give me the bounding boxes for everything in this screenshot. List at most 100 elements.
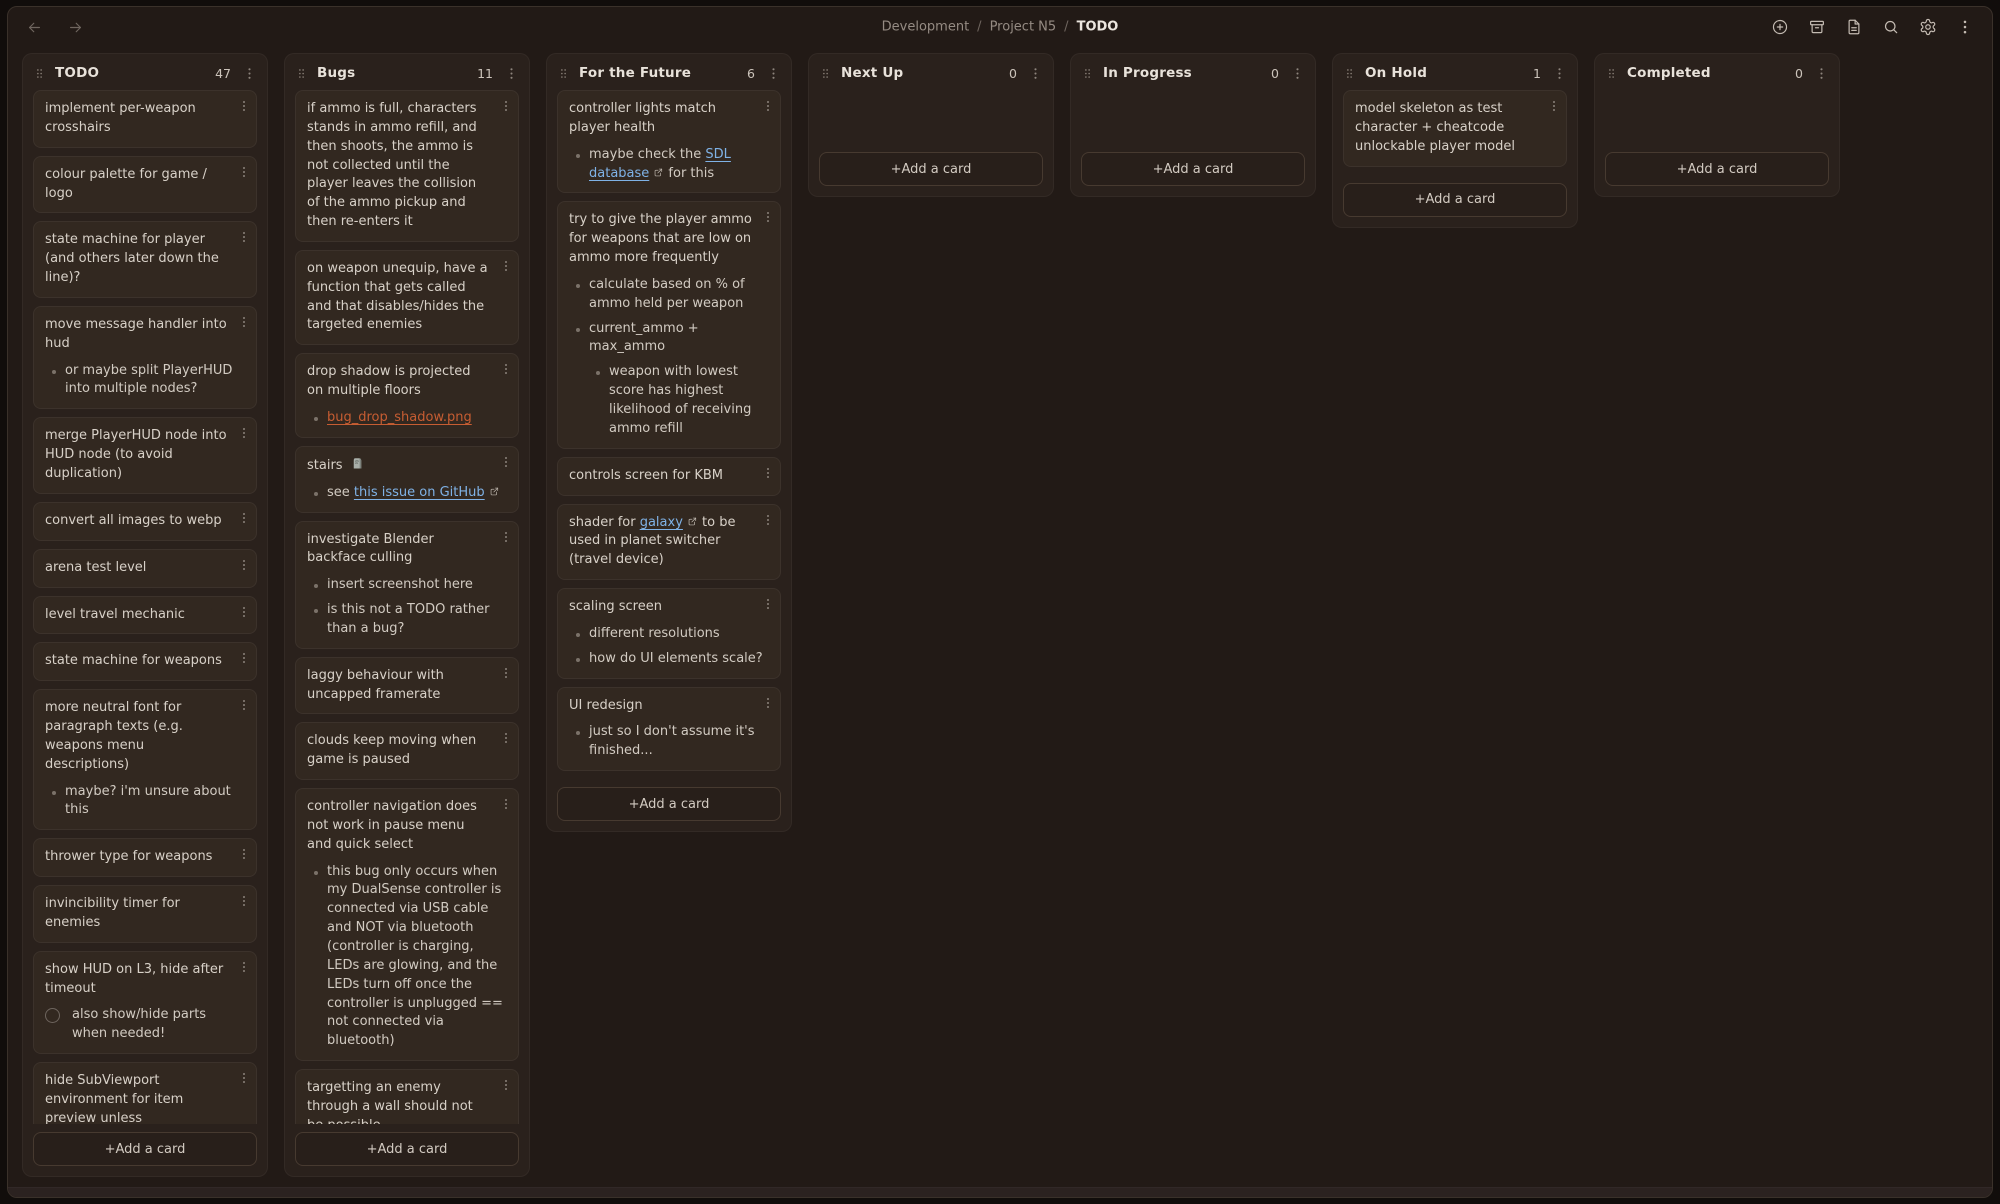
card[interactable]: shader for galaxy to be used in planet s… bbox=[557, 504, 781, 581]
card[interactable]: model skeleton as test character + cheat… bbox=[1343, 90, 1567, 167]
breadcrumb-item[interactable]: Project N5 bbox=[990, 20, 1057, 35]
card-menu-button[interactable] bbox=[499, 1078, 513, 1092]
card-menu-button[interactable] bbox=[499, 530, 513, 544]
card[interactable]: hide SubViewport environment for item pr… bbox=[33, 1062, 257, 1124]
card-menu-button[interactable] bbox=[237, 651, 251, 665]
card[interactable]: targetting an enemy through a wall shoul… bbox=[295, 1069, 519, 1124]
card[interactable]: investigate Blender backface cullinginse… bbox=[295, 521, 519, 649]
add-card-button[interactable]: +Add a card bbox=[1081, 152, 1305, 186]
card-menu-button[interactable] bbox=[761, 99, 775, 113]
card-menu-button[interactable] bbox=[237, 230, 251, 244]
card-menu-button[interactable] bbox=[237, 165, 251, 179]
card-menu-button[interactable] bbox=[761, 597, 775, 611]
add-card-button[interactable]: +Add a card bbox=[1605, 152, 1829, 186]
card[interactable]: drop shadow is projected on multiple flo… bbox=[295, 353, 519, 438]
card[interactable]: on weapon unequip, have a function that … bbox=[295, 250, 519, 345]
card[interactable]: if ammo is full, characters stands in am… bbox=[295, 90, 519, 242]
card-menu-button[interactable] bbox=[499, 259, 513, 273]
card-link[interactable]: bug_drop_shadow.png bbox=[327, 410, 472, 425]
card[interactable]: move message handler into hudor maybe sp… bbox=[33, 306, 257, 409]
card-menu-button[interactable] bbox=[237, 605, 251, 619]
card-menu-button[interactable] bbox=[761, 210, 775, 224]
drag-handle[interactable] bbox=[1081, 67, 1094, 80]
card-menu-button[interactable] bbox=[761, 696, 775, 710]
card-menu-button[interactable] bbox=[237, 847, 251, 861]
card-menu-button[interactable] bbox=[237, 698, 251, 712]
card-menu-button[interactable] bbox=[237, 558, 251, 572]
card-menu-button[interactable] bbox=[499, 99, 513, 113]
card-menu-button[interactable] bbox=[237, 1071, 251, 1085]
column-menu-button[interactable] bbox=[242, 66, 257, 81]
card-menu-button[interactable] bbox=[761, 466, 775, 480]
card[interactable]: colour palette for game / logo bbox=[33, 156, 257, 214]
card[interactable]: merge PlayerHUD node into HUD node (to a… bbox=[33, 417, 257, 494]
card-menu-button[interactable] bbox=[499, 362, 513, 376]
card-menu-button[interactable] bbox=[237, 960, 251, 974]
search-button[interactable] bbox=[1882, 18, 1900, 36]
breadcrumb-item[interactable]: Development bbox=[882, 20, 970, 35]
card[interactable]: scaling screendifferent resolutionshow d… bbox=[557, 588, 781, 679]
card-menu-button[interactable] bbox=[237, 426, 251, 440]
card-menu-button[interactable] bbox=[499, 455, 513, 469]
back-button[interactable] bbox=[26, 19, 43, 36]
card-menu-button[interactable] bbox=[761, 513, 775, 527]
card-menu-button[interactable] bbox=[1547, 99, 1561, 113]
card[interactable]: state machine for player (and others lat… bbox=[33, 221, 257, 298]
drag-handle[interactable] bbox=[33, 67, 46, 80]
checkbox-circle-icon[interactable] bbox=[45, 1008, 60, 1023]
column-menu-button[interactable] bbox=[1552, 66, 1567, 81]
card-link[interactable]: this issue on GitHub bbox=[354, 485, 485, 500]
card[interactable]: more neutral font for paragraph texts (e… bbox=[33, 689, 257, 830]
card[interactable]: controller lights match player healthmay… bbox=[557, 90, 781, 193]
drag-handle[interactable] bbox=[557, 67, 570, 80]
card-menu-button[interactable] bbox=[237, 511, 251, 525]
add-card-button[interactable]: +Add a card bbox=[33, 1132, 257, 1166]
card[interactable]: show HUD on L3, hide after timeoutalso s… bbox=[33, 951, 257, 1054]
card-menu-button[interactable] bbox=[237, 99, 251, 113]
column-menu-button[interactable] bbox=[1290, 66, 1305, 81]
column-menu-button[interactable] bbox=[1028, 66, 1043, 81]
drag-handle[interactable] bbox=[819, 67, 832, 80]
card[interactable]: implement per-weapon crosshairs bbox=[33, 90, 257, 148]
drag-handle[interactable] bbox=[295, 67, 308, 80]
archive-button[interactable] bbox=[1808, 18, 1826, 36]
forward-button[interactable] bbox=[67, 19, 84, 36]
card-menu-button[interactable] bbox=[499, 731, 513, 745]
card[interactable]: controls screen for KBM bbox=[557, 457, 781, 496]
card[interactable]: laggy behaviour with uncapped framerate bbox=[295, 657, 519, 715]
external-link-icon bbox=[687, 516, 698, 527]
breadcrumb-item[interactable]: TODO bbox=[1077, 20, 1119, 35]
column-menu-button[interactable] bbox=[766, 66, 781, 81]
card[interactable]: controller navigation does not work in p… bbox=[295, 788, 519, 1061]
more-menu-button[interactable] bbox=[1956, 18, 1974, 36]
card-link[interactable]: galaxy bbox=[640, 515, 683, 530]
card-menu-button[interactable] bbox=[237, 894, 251, 908]
card-bullet: is this not a TODO rather than a bug? bbox=[307, 601, 506, 639]
card[interactable]: clouds keep moving when game is paused bbox=[295, 722, 519, 780]
card[interactable]: UI redesignjust so I don't assume it's f… bbox=[557, 687, 781, 772]
drag-handle[interactable] bbox=[1343, 67, 1356, 80]
card-menu-button[interactable] bbox=[499, 797, 513, 811]
card[interactable]: convert all images to webp bbox=[33, 502, 257, 541]
add-card-button[interactable]: +Add a card bbox=[819, 152, 1043, 186]
horizontal-scrollbar[interactable] bbox=[8, 1187, 1992, 1197]
card[interactable]: thrower type for weapons bbox=[33, 838, 257, 877]
card-menu-button[interactable] bbox=[499, 666, 513, 680]
add-card-button[interactable]: +Add a card bbox=[295, 1132, 519, 1166]
add-button[interactable] bbox=[1771, 18, 1789, 36]
settings-button[interactable] bbox=[1919, 18, 1937, 36]
card-bullet: how do UI elements scale? bbox=[569, 650, 768, 669]
card[interactable]: arena test level bbox=[33, 549, 257, 588]
card[interactable]: invincibility timer for enemies bbox=[33, 885, 257, 943]
card-menu-button[interactable] bbox=[237, 315, 251, 329]
card[interactable]: level travel mechanic bbox=[33, 596, 257, 635]
add-card-button[interactable]: +Add a card bbox=[1343, 183, 1567, 217]
card[interactable]: stairs see this issue on GitHub bbox=[295, 446, 519, 513]
add-card-button[interactable]: +Add a card bbox=[557, 787, 781, 821]
drag-handle[interactable] bbox=[1605, 67, 1618, 80]
card[interactable]: state machine for weapons bbox=[33, 642, 257, 681]
column-menu-button[interactable] bbox=[504, 66, 519, 81]
notes-button[interactable] bbox=[1845, 18, 1863, 36]
column-menu-button[interactable] bbox=[1814, 66, 1829, 81]
card[interactable]: try to give the player ammo for weapons … bbox=[557, 201, 781, 448]
